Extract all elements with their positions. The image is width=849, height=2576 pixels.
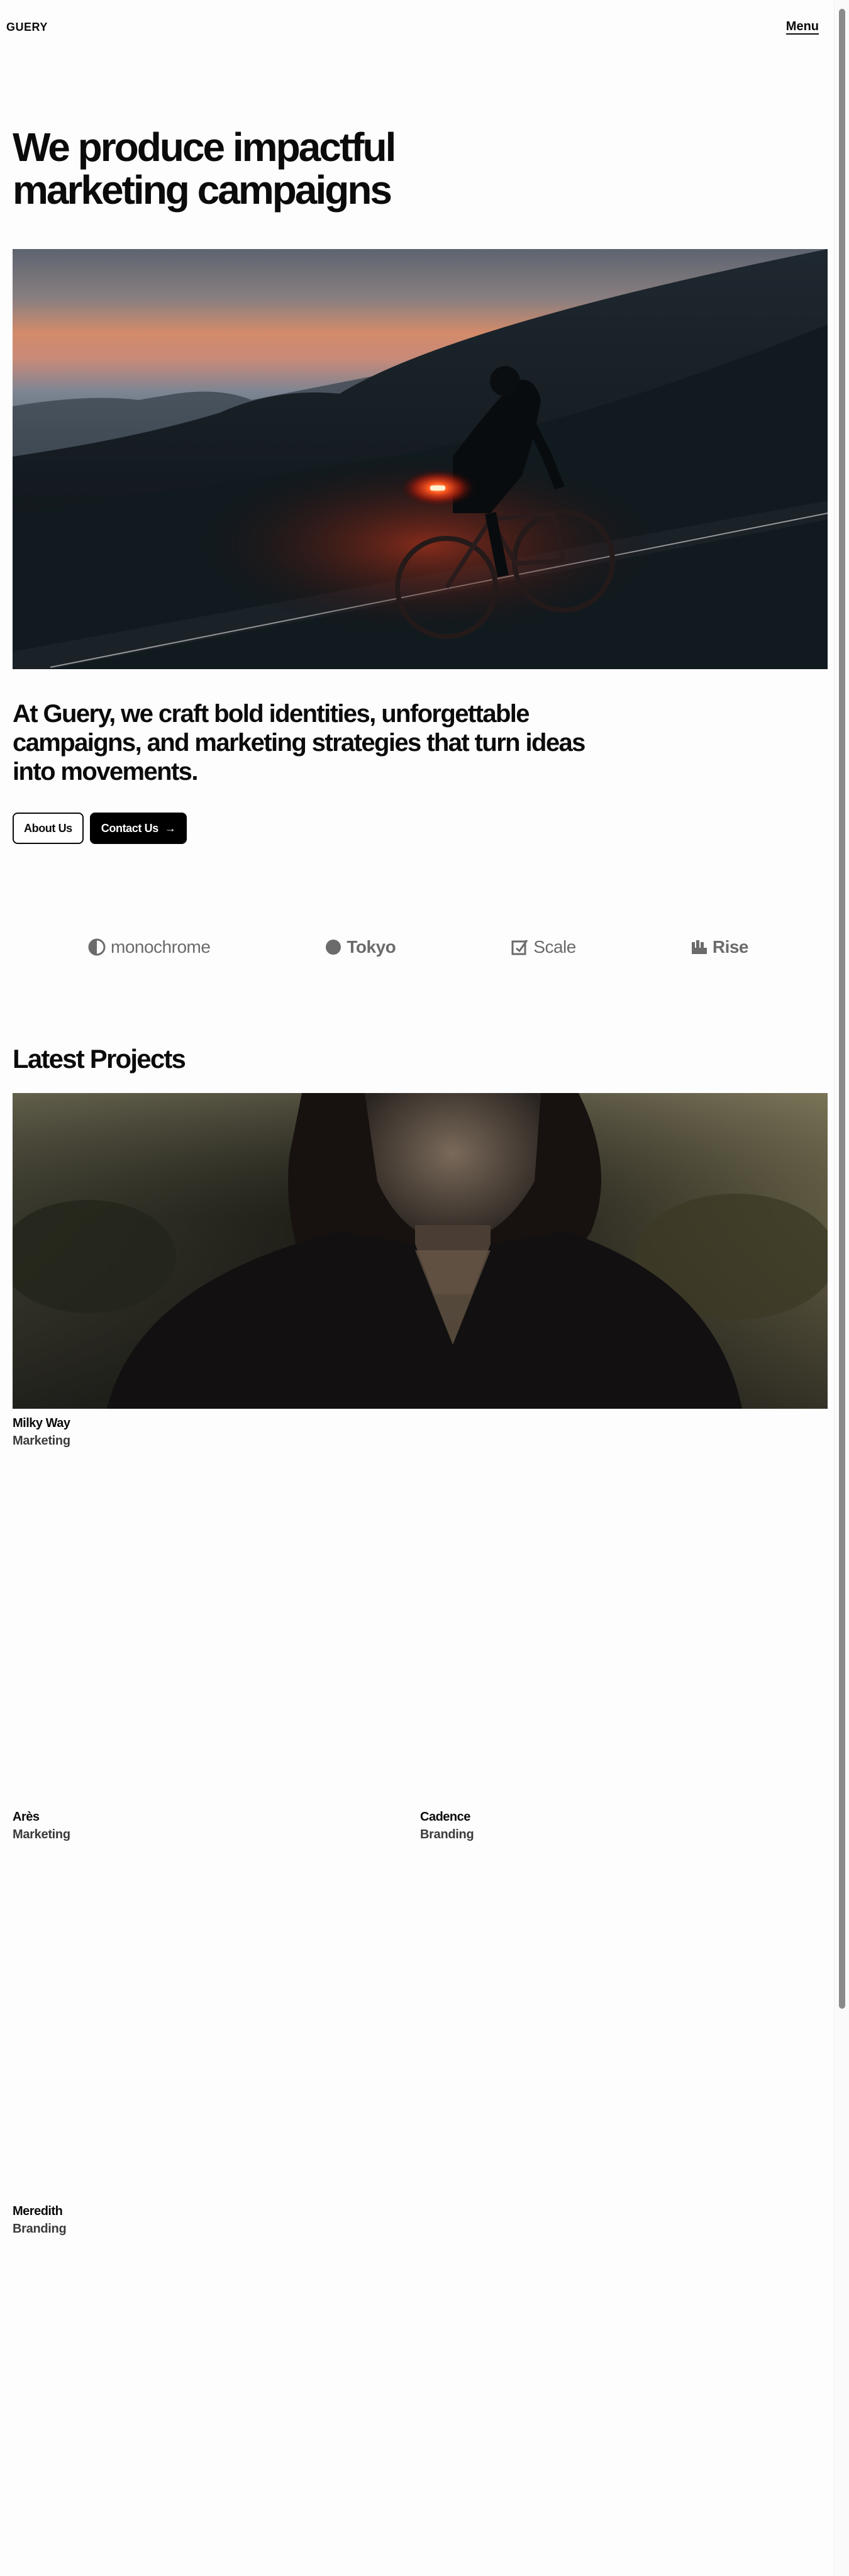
- client-name: Scale: [533, 937, 576, 957]
- project-name: Milky Way: [13, 1416, 70, 1430]
- client-name: Tokyo: [347, 937, 396, 957]
- client-logo-tokyo: Tokyo: [325, 937, 396, 957]
- client-logo-rise: Rise: [691, 937, 749, 957]
- cta-buttons: About Us Contact Us →: [13, 813, 187, 844]
- project-name: Arès: [13, 1810, 40, 1824]
- project-card-cadence[interactable]: Cadence Branding: [420, 1809, 474, 1844]
- client-logo-scale: Scale: [511, 937, 576, 957]
- project-card-milky-way[interactable]: Milky Way Marketing: [13, 1415, 70, 1450]
- client-name: monochrome: [111, 937, 211, 957]
- project-card-ares[interactable]: Arès Marketing: [13, 1809, 70, 1844]
- project-card-meredith[interactable]: Meredith Branding: [13, 2203, 67, 2238]
- menu-button[interactable]: Menu: [785, 19, 819, 35]
- project-category: Branding: [13, 2222, 67, 2236]
- half-circle-icon: [88, 938, 106, 956]
- project-category: Marketing: [13, 1434, 70, 1448]
- site-logo[interactable]: GUERY: [6, 21, 48, 34]
- about-us-button[interactable]: About Us: [13, 813, 84, 844]
- arrow-right-icon: →: [164, 821, 176, 835]
- intro-statement: At Guery, we craft bold identities, unfo…: [13, 700, 585, 786]
- site-header: GUERY Menu: [0, 0, 834, 57]
- hero-title: We produce impactful marketing campaigns: [13, 125, 396, 213]
- page-scrollbar[interactable]: [834, 0, 849, 2576]
- client-logos: monochrome Tokyo Scale Rise: [88, 937, 749, 957]
- project-category: Branding: [420, 1828, 474, 1841]
- client-logo-monochrome: monochrome: [88, 937, 211, 957]
- hero-image-cyclist: [13, 249, 828, 669]
- contact-us-label: Contact Us: [101, 821, 158, 835]
- hero-photo: [13, 249, 828, 669]
- scrollbar-thumb[interactable]: [839, 9, 845, 2009]
- bars-icon: [691, 940, 707, 954]
- project-photo: [13, 1093, 828, 1409]
- checkbox-icon: [511, 940, 528, 955]
- circle-icon: [326, 940, 341, 955]
- contact-us-button[interactable]: Contact Us →: [89, 813, 187, 844]
- about-us-label: About Us: [24, 821, 72, 835]
- client-name: Rise: [712, 937, 749, 957]
- project-name: Meredith: [13, 2204, 63, 2218]
- project-image-milky-way[interactable]: [13, 1093, 828, 1409]
- project-name: Cadence: [420, 1810, 470, 1824]
- project-category: Marketing: [13, 1828, 70, 1841]
- latest-projects-title: Latest Projects: [13, 1044, 186, 1074]
